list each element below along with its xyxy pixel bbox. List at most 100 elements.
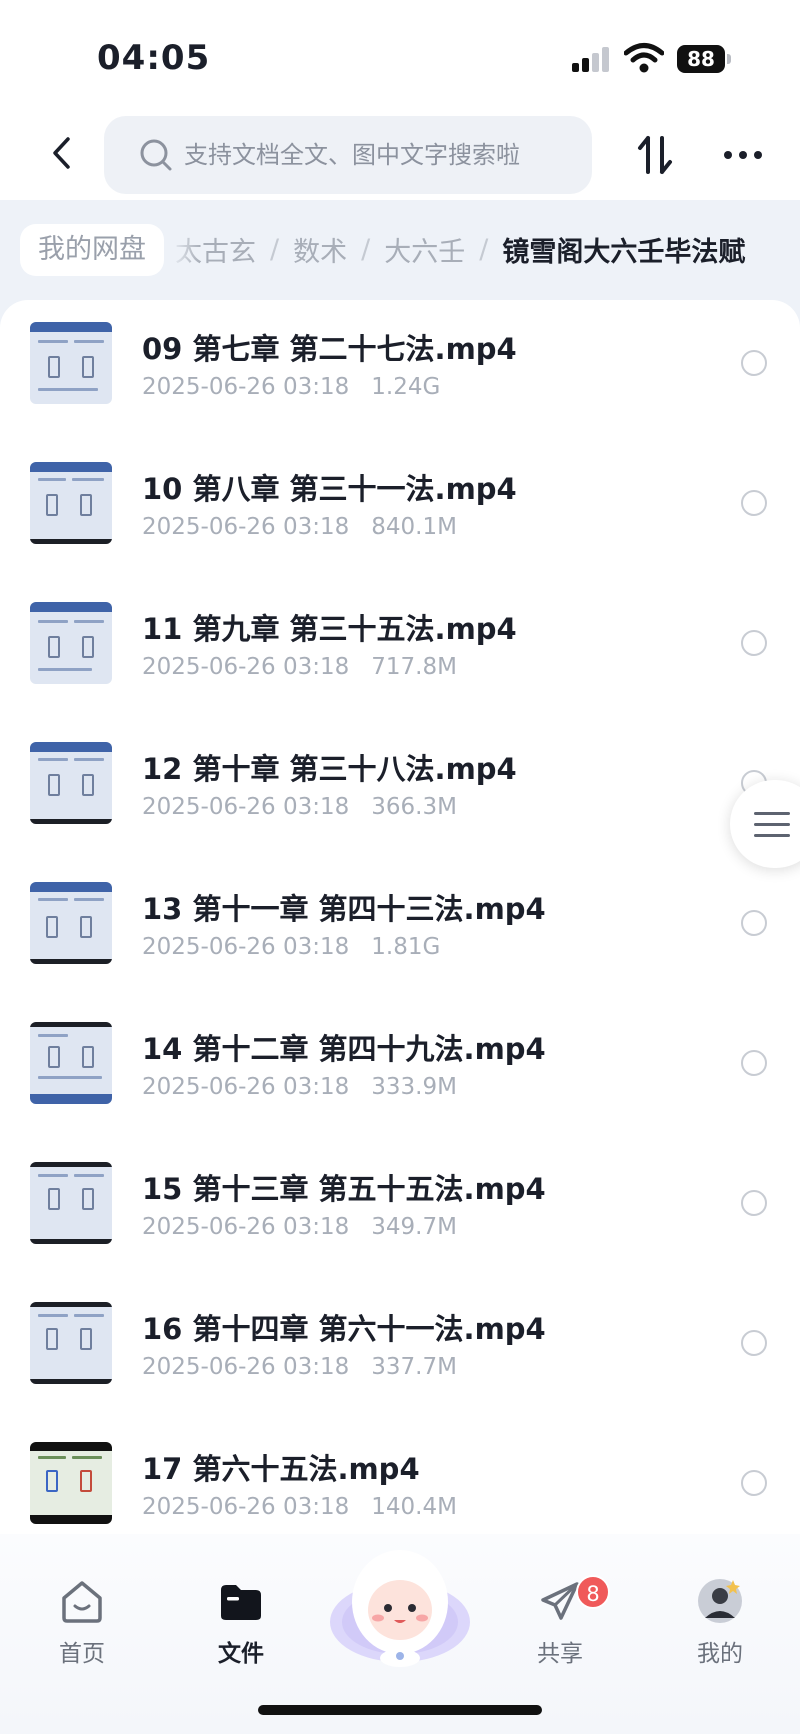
breadcrumb-fade	[170, 224, 200, 276]
video-thumbnail	[30, 322, 112, 404]
file-date: 2025-06-26 03:18	[142, 1494, 350, 1520]
file-row[interactable]: 10 第八章 第三十一法.mp4 2025-06-26 03:18 840.1M	[0, 440, 800, 580]
breadcrumb-root[interactable]: 我的网盘	[20, 224, 164, 276]
file-size: 349.7M	[371, 1214, 457, 1240]
file-name: 17 第六十五法.mp4	[142, 1452, 420, 1486]
breadcrumb-item[interactable]: 大六壬	[384, 230, 465, 269]
nav-label: 首页	[59, 1641, 105, 1667]
file-size: 840.1M	[371, 514, 457, 540]
video-thumbnail	[30, 1442, 112, 1524]
file-name: 10 第八章 第三十一法.mp4	[142, 472, 517, 506]
file-name: 12 第十章 第三十八法.mp4	[142, 752, 517, 786]
file-row[interactable]: 14 第十二章 第四十九法.mp4 2025-06-26 03:18 333.9M	[0, 1000, 800, 1140]
search-icon	[140, 139, 172, 171]
file-size: 1.24G	[371, 374, 441, 400]
file-meta: 2025-06-26 03:18 366.3M	[142, 794, 457, 820]
home-icon	[62, 1581, 102, 1623]
wifi-icon	[624, 43, 664, 73]
video-thumbnail	[30, 882, 112, 964]
breadcrumb-current: 镜雪阁大六壬毕法赋	[502, 237, 746, 268]
share-icon	[541, 1582, 579, 1620]
file-row[interactable]: 15 第十三章 第五十五法.mp4 2025-06-26 03:18 349.7M	[0, 1140, 800, 1280]
file-meta: 2025-06-26 03:18 349.7M	[142, 1214, 457, 1240]
file-name: 11 第九章 第三十五法.mp4	[142, 612, 517, 646]
select-checkbox[interactable]	[741, 630, 767, 656]
file-date: 2025-06-26 03:18	[142, 374, 350, 400]
file-meta: 2025-06-26 03:18 717.8M	[142, 654, 457, 680]
file-size: 140.4M	[371, 1494, 457, 1520]
video-thumbnail	[30, 1022, 112, 1104]
file-size: 366.3M	[371, 794, 457, 820]
file-row[interactable]: 16 第十四章 第六十一法.mp4 2025-06-26 03:18 337.7M	[0, 1280, 800, 1420]
file-name: 15 第十三章 第五十五法.mp4	[142, 1172, 546, 1206]
battery-tip	[727, 54, 731, 64]
nav-files[interactable]: 文件	[191, 1534, 291, 1667]
file-name: 16 第十四章 第六十一法.mp4	[142, 1312, 546, 1346]
cellular-signal-icon	[572, 46, 612, 72]
file-name: 09 第七章 第二十七法.mp4	[142, 332, 517, 366]
back-button[interactable]	[38, 130, 84, 176]
search-box[interactable]	[104, 116, 592, 194]
home-indicator	[258, 1705, 542, 1715]
breadcrumb-separator: /	[270, 234, 280, 265]
file-row[interactable]: 13 第十一章 第四十三法.mp4 2025-06-26 03:18 1.81G	[0, 860, 800, 1000]
nav-label: 文件	[218, 1641, 264, 1667]
video-thumbnail	[30, 602, 112, 684]
select-checkbox[interactable]	[741, 1190, 767, 1216]
breadcrumb-item[interactable]: 数术	[293, 230, 347, 269]
menu-line	[754, 812, 790, 815]
file-date: 2025-06-26 03:18	[142, 794, 350, 820]
select-checkbox[interactable]	[741, 350, 767, 376]
assistant-mascot-icon[interactable]	[326, 1540, 474, 1668]
breadcrumb-separator: /	[361, 234, 371, 265]
file-meta: 2025-06-26 03:18 1.81G	[142, 934, 440, 960]
avatar-icon	[698, 1579, 742, 1623]
select-checkbox[interactable]	[741, 1330, 767, 1356]
breadcrumb: 太古玄 / 数术 / 大六壬 / 镜雪阁大六壬毕法赋 我的网盘	[0, 212, 800, 288]
file-date: 2025-06-26 03:18	[142, 1214, 350, 1240]
breadcrumb-separator: /	[479, 234, 489, 265]
file-meta: 2025-06-26 03:18 1.24G	[142, 374, 440, 400]
video-thumbnail	[30, 1162, 112, 1244]
chevron-left-icon	[53, 137, 70, 169]
status-bar: 04:05 88	[0, 0, 800, 110]
select-checkbox[interactable]	[741, 1050, 767, 1076]
folder-icon	[221, 1585, 261, 1620]
file-row[interactable]: 09 第七章 第二十七法.mp4 2025-06-26 03:18 1.24G	[0, 300, 800, 440]
file-meta: 2025-06-26 03:18 337.7M	[142, 1354, 457, 1380]
notification-badge: 8	[576, 1575, 610, 1609]
file-meta: 2025-06-26 03:18 140.4M	[142, 1494, 457, 1520]
menu-line	[754, 823, 790, 826]
file-date: 2025-06-26 03:18	[142, 1354, 350, 1380]
file-date: 2025-06-26 03:18	[142, 514, 350, 540]
file-meta: 2025-06-26 03:18 840.1M	[142, 514, 457, 540]
nav-home[interactable]: 首页	[32, 1534, 132, 1667]
nav-label: 我的	[697, 1641, 743, 1667]
file-row[interactable]: 17 第六十五法.mp4 2025-06-26 03:18 140.4M	[0, 1420, 800, 1534]
file-date: 2025-06-26 03:18	[142, 934, 350, 960]
file-date: 2025-06-26 03:18	[142, 654, 350, 680]
file-name: 14 第十二章 第四十九法.mp4	[142, 1032, 546, 1066]
more-dot	[739, 151, 747, 159]
select-checkbox[interactable]	[741, 490, 767, 516]
file-date: 2025-06-26 03:18	[142, 1074, 350, 1100]
file-size: 333.9M	[371, 1074, 457, 1100]
select-checkbox[interactable]	[741, 1470, 767, 1496]
file-size: 337.7M	[371, 1354, 457, 1380]
video-thumbnail	[30, 1302, 112, 1384]
file-size: 1.81G	[371, 934, 441, 960]
more-button[interactable]	[718, 130, 768, 180]
file-row[interactable]: 11 第九章 第三十五法.mp4 2025-06-26 03:18 717.8M	[0, 580, 800, 720]
more-dot	[754, 151, 762, 159]
file-name: 13 第十一章 第四十三法.mp4	[142, 892, 546, 926]
status-time: 04:05	[97, 38, 211, 78]
nav-profile[interactable]: 我的	[670, 1534, 770, 1667]
file-list: 09 第七章 第二十七法.mp4 2025-06-26 03:18 1.24G 1…	[0, 300, 800, 1534]
file-meta: 2025-06-26 03:18 333.9M	[142, 1074, 457, 1100]
sort-icon[interactable]	[630, 130, 680, 180]
menu-line	[754, 834, 790, 837]
file-row[interactable]: 12 第十章 第三十八法.mp4 2025-06-26 03:18 366.3M	[0, 720, 800, 860]
nav-label: 共享	[537, 1641, 583, 1667]
select-checkbox[interactable]	[741, 910, 767, 936]
search-input[interactable]	[184, 116, 574, 194]
